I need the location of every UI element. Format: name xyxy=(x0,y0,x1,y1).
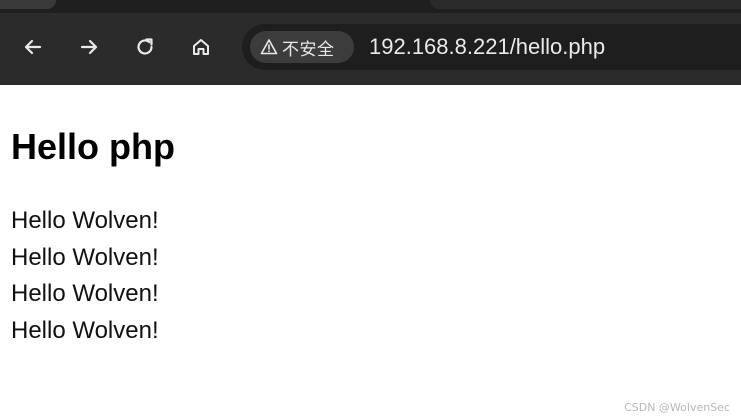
forward-button[interactable] xyxy=(74,32,104,62)
tab-strip xyxy=(0,0,741,13)
tab-left-edge[interactable] xyxy=(0,0,56,9)
warning-triangle-icon xyxy=(260,38,278,56)
output-line: Hello Wolven! xyxy=(11,207,159,234)
output-lines: Hello Wolven! Hello Wolven! Hello Wolven… xyxy=(11,203,159,349)
security-indicator[interactable]: 不安全 xyxy=(250,31,354,63)
browser-toolbar: 不安全 192.168.8.221/hello.php xyxy=(0,0,741,85)
back-button[interactable] xyxy=(18,32,48,62)
home-button[interactable] xyxy=(186,32,216,62)
arrow-left-icon xyxy=(22,36,44,58)
arrow-right-icon xyxy=(78,36,100,58)
watermark: CSDN @WolvenSec xyxy=(624,401,730,414)
address-bar[interactable]: 不安全 192.168.8.221/hello.php xyxy=(242,24,741,70)
reload-icon xyxy=(134,36,156,58)
page-heading: Hello php xyxy=(11,126,175,167)
output-line: Hello Wolven! xyxy=(11,316,159,344)
page-content: Hello php Hello Wolven! Hello Wolven! He… xyxy=(0,85,741,420)
reload-button[interactable] xyxy=(130,32,160,62)
home-icon xyxy=(190,36,212,58)
security-label: 不安全 xyxy=(282,39,335,60)
output-line: Hello Wolven! xyxy=(11,243,159,271)
output-line: Hello Wolven! xyxy=(11,280,159,307)
tab-right-edge[interactable] xyxy=(430,0,741,9)
url-text[interactable]: 192.168.8.221/hello.php xyxy=(369,33,605,61)
